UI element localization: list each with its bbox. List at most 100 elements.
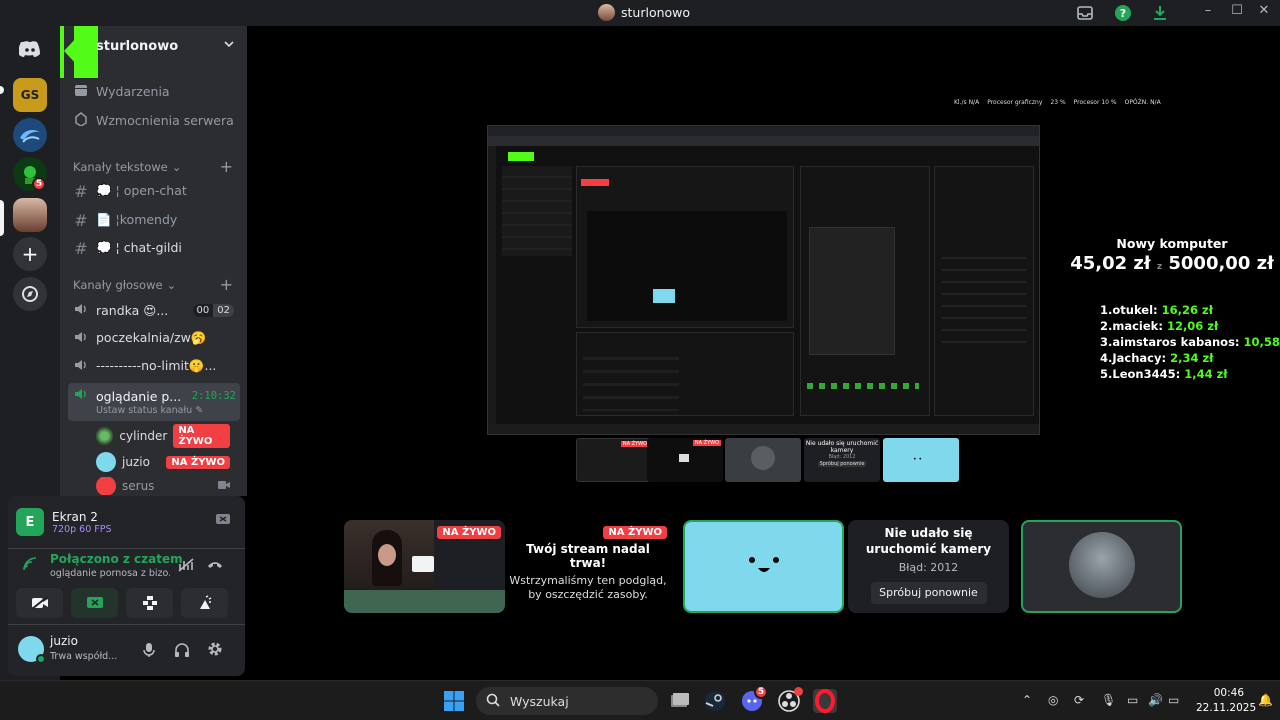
microphone-icon[interactable]	[142, 642, 156, 662]
discord-home-icon[interactable]	[13, 32, 47, 66]
maximize-button[interactable]: ☐	[1227, 3, 1247, 18]
chevron-down-icon	[223, 38, 235, 54]
chevron-down-icon: ⌄	[166, 278, 177, 292]
discord-taskbar-icon[interactable]: 5	[740, 685, 768, 713]
discord-unread-badge: 5	[754, 685, 768, 699]
server-sturlonowo-icon[interactable]	[13, 198, 47, 232]
window-title: sturlonowo	[598, 4, 690, 21]
nested-kick-logo-icon	[508, 152, 534, 161]
soundboard-button[interactable]	[181, 588, 228, 618]
voice-channel-poczekalnia[interactable]: poczekalnia/zw🥱	[68, 325, 240, 351]
minimize-button[interactable]: –	[1198, 3, 1218, 18]
server-wave-icon[interactable]	[13, 118, 47, 152]
disconnect-icon[interactable]	[207, 558, 223, 574]
inbox-icon[interactable]	[1076, 4, 1094, 22]
user-name[interactable]: juzio	[50, 634, 78, 648]
discover-icon[interactable]	[13, 277, 47, 311]
add-server-icon[interactable]: +	[13, 237, 47, 271]
obs-icon[interactable]	[777, 687, 803, 713]
stream-tile-user[interactable]	[1021, 520, 1182, 613]
nested-activity-list	[576, 332, 794, 416]
live-badge: NA ŻYWO	[166, 455, 230, 469]
camera-icon	[218, 479, 230, 493]
nested-side-strip	[488, 146, 496, 426]
events-link[interactable]: Wydarzenia	[68, 78, 240, 104]
tray-sync-icon[interactable]: ⟳	[1074, 693, 1084, 707]
speaker-icon	[74, 358, 88, 375]
file-explorer-icon[interactable]	[667, 689, 691, 713]
help-icon[interactable]: ?	[1114, 4, 1132, 22]
recording-dot-icon	[794, 687, 803, 696]
goal-progress: 45,02 zł z 5000,00 zł	[1070, 253, 1274, 274]
signal-icon[interactable]	[22, 556, 38, 576]
boosts-link[interactable]: Wzmocnienia serwera	[68, 107, 240, 133]
opera-icon[interactable]	[813, 689, 837, 713]
volume-icon[interactable]: 🔊	[1148, 693, 1163, 707]
voice-channel-active[interactable]: oglądanie p... 2:10:32 Ustaw status kana…	[68, 383, 240, 421]
donation-goal: Nowy komputer 45,02 zł z 5000,00 zł	[1067, 236, 1277, 274]
settings-gear-icon[interactable]	[207, 641, 223, 661]
channel-komendy[interactable]: # 📄 ¦komendy	[68, 207, 240, 233]
tray-expand-icon[interactable]: ⌃	[1022, 693, 1032, 707]
nested-chat-panel	[800, 166, 930, 416]
speaker-icon	[74, 302, 88, 319]
notifications-icon[interactable]: 🔔	[1258, 693, 1273, 707]
user-avatar[interactable]	[18, 636, 46, 664]
stream-stats: Kl./s N/A Procesor graficzny 23 % Proces…	[954, 99, 1161, 106]
leaderboard-row: 5.Leon3445: 1,44 zł	[1100, 367, 1228, 381]
headphones-icon[interactable]	[174, 642, 190, 662]
noise-suppression-icon[interactable]	[178, 558, 194, 576]
stream-video[interactable]	[487, 125, 1040, 435]
stream-tile-juzio[interactable]	[683, 520, 844, 613]
taskbar-clock[interactable]: 00:46 22.11.2025	[1196, 686, 1256, 716]
server-gs-icon[interactable]: GS	[13, 78, 47, 112]
chevron-down-icon: ⌄	[171, 160, 182, 174]
category-voice[interactable]: Kanały głosowe ⌄	[73, 278, 176, 292]
title-bar: sturlonowo ? – ☐ ✕	[0, 0, 1280, 26]
live-badge: NA ŻYWO	[173, 424, 230, 448]
close-button[interactable]: ✕	[1254, 3, 1274, 18]
activities-button[interactable]	[126, 588, 173, 618]
screen-share-button[interactable]	[71, 588, 118, 618]
windows-start-icon[interactable]	[442, 689, 466, 713]
camera-toggle-button[interactable]	[16, 588, 63, 618]
voice-user-juzio[interactable]: juzio NA ŻYWO	[96, 450, 236, 474]
leaderboard-row: 1.otukel: 16,26 zł	[1100, 303, 1213, 317]
voice-channel-no-limit[interactable]: ----------no-limit🤫...	[68, 353, 240, 379]
voice-connection-panel: E Ekran 2 720p 60 FPS Połączono z czatem…	[8, 496, 245, 676]
screen-share-card[interactable]: E Ekran 2 720p 60 FPS	[16, 504, 237, 540]
divider	[8, 624, 245, 625]
boost-icon	[74, 111, 88, 129]
set-status-hint[interactable]: Ustaw status kanału ✎	[96, 405, 203, 416]
taskbar-search[interactable]: Wyszukaj	[476, 687, 658, 715]
screen-share-icon	[412, 556, 434, 572]
nested-info-panel	[934, 166, 1034, 416]
download-icon[interactable]	[1151, 4, 1169, 22]
tray-mic-icon[interactable]: 🎙	[1101, 693, 1116, 707]
network-icon[interactable]: ▭	[1127, 693, 1138, 707]
battery-icon[interactable]: ▭	[1168, 693, 1179, 707]
search-icon	[486, 693, 500, 710]
nested-thumb: Nie udało się uruchomić kamery Błąd: 201…	[804, 438, 880, 482]
voice-user-serus[interactable]: serus	[96, 477, 236, 495]
avatar	[96, 426, 114, 446]
retry-button[interactable]: Spróbuj ponownie	[870, 582, 987, 604]
nested-menu	[502, 166, 572, 256]
hash-icon: #	[74, 181, 88, 201]
steam-icon[interactable]	[703, 689, 727, 713]
server-header[interactable]: sturlonowo	[60, 26, 247, 66]
connection-status[interactable]: Połączono z czatem	[50, 552, 183, 566]
channel-open-chat[interactable]: # 💭 ¦ open-chat	[68, 178, 240, 204]
channel-chat-gildi[interactable]: # 💭 ¦ chat-gildi	[68, 235, 240, 261]
category-text[interactable]: Kanały tekstowe ⌄	[73, 160, 181, 174]
tray-app-icon[interactable]: ◎	[1048, 693, 1058, 707]
nested-thumb: • •	[883, 438, 959, 482]
voice-channel-randka[interactable]: randka 😍... 00 02	[68, 297, 240, 323]
voice-user-cylinder[interactable]: cylinder NA ŻYWO	[96, 424, 236, 448]
add-voice-channel-icon[interactable]: +	[220, 275, 233, 294]
stop-stream-icon[interactable]	[215, 513, 231, 531]
connection-channel[interactable]: oglądanie pornosa z bizo...	[50, 568, 170, 579]
leaderboard-row: 3.aimstaros kabanos: 10,58 zł	[1100, 335, 1280, 349]
stream-tile-camera[interactable]: NA ŻYWO	[344, 520, 505, 613]
add-text-channel-icon[interactable]: +	[220, 157, 233, 176]
